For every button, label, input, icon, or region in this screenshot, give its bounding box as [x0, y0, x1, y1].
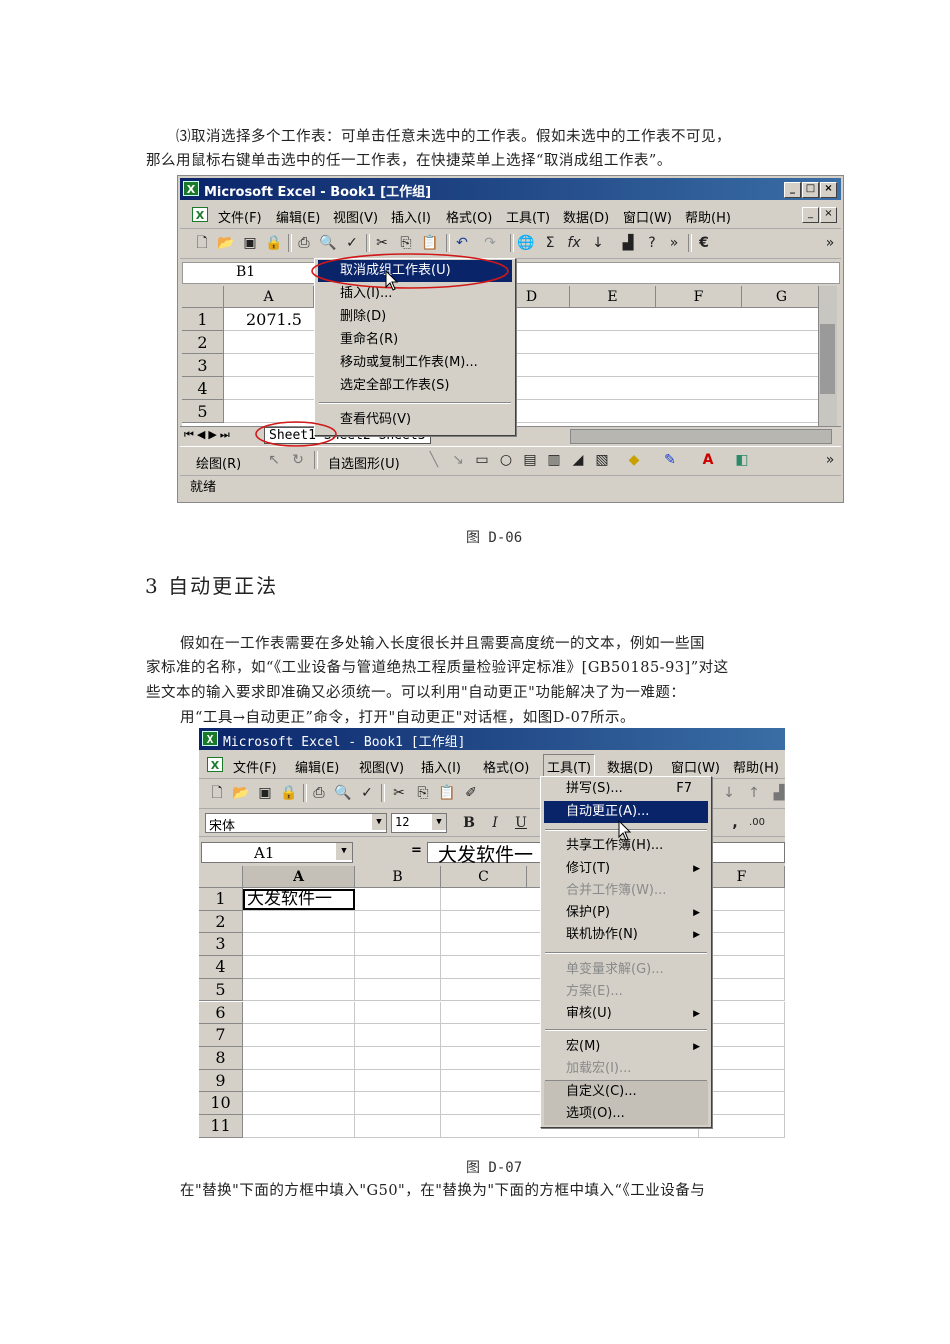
excel-window-fig2: X Microsoft Excel - Book1 [工作组] X 文件(F) …	[199, 728, 785, 1138]
annotation-overlay	[255, 253, 509, 447]
section-para-2: 家标准的名称，如“《工业设备与管道绝热工程质量检验评定标准》[GB50185-9…	[146, 660, 729, 676]
section-para-1: 假如在一工作表需要在多处输入长度很长并且需要高度统一的文本，例如一些国	[180, 636, 705, 652]
highlight-ellipse-tab	[255, 421, 337, 447]
section-para-4: 用“工具→自动更正”命令，打开"自动更正"对话框，如图D-07所示。	[180, 710, 636, 726]
mouse-cursor-icon	[618, 819, 632, 841]
excel-window-fig1: X Microsoft Excel - Book1 [工作组] _ □ × X …	[177, 175, 844, 503]
intro-line-2: 那么用鼠标右键单击选中的任一工作表，在快捷菜单上选择“取消成组工作表”。	[146, 153, 672, 169]
section-heading: 3 自动更正法	[145, 574, 279, 598]
footer-line: 在"替换"下面的方框中填入"G50"，在"替换为"下面的方框中填入“《工业设备与	[180, 1183, 706, 1199]
cursor-overlay	[618, 819, 632, 841]
figure-caption-d06: 图 D-06	[466, 530, 523, 546]
section-para-3: 些文本的输入要求即准确又必须统一。可以利用"自动更正"功能解决了为一难题：	[146, 685, 686, 701]
intro-line-1: ⑶取消选择多个工作表：可单击任意未选中的工作表。假如未选中的工作表不可见，	[176, 129, 731, 145]
figure-caption-d07: 图 D-07	[466, 1160, 523, 1176]
highlight-ellipse-menu	[311, 253, 509, 289]
